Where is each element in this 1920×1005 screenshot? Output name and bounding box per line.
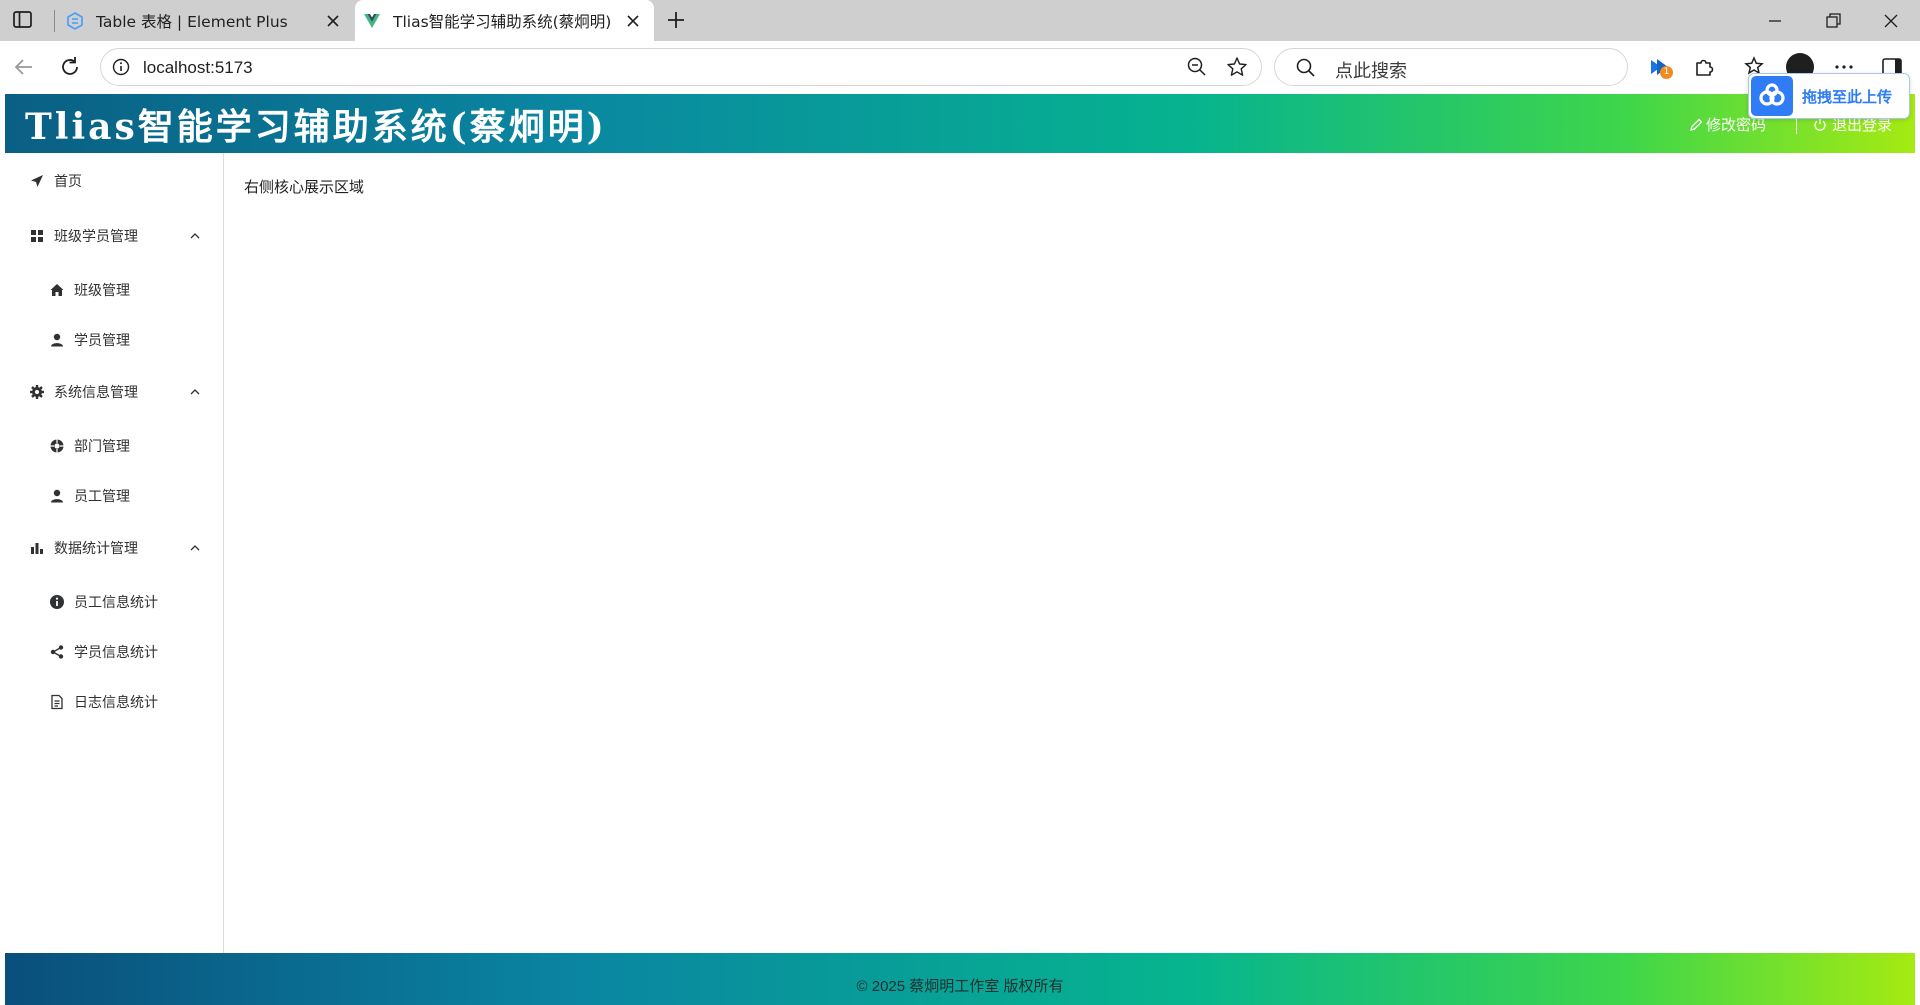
sidebar-item-label: 员工管理 <box>74 489 130 505</box>
extensions-puzzle-icon[interactable] <box>1690 53 1718 81</box>
paper-plane-icon <box>31 175 43 187</box>
info-icon <box>50 595 64 609</box>
site-info-icon[interactable] <box>111 57 131 77</box>
restore-icon[interactable] <box>1821 9 1845 33</box>
sidebar-item-label: 部门管理 <box>74 439 130 455</box>
sidebar-group-label: 系统信息管理 <box>54 385 138 401</box>
sidebar-item-student-stats[interactable]: 学员信息统计 <box>5 632 223 672</box>
tab-element-plus[interactable]: Table 表格 | Element Plus <box>58 0 354 41</box>
edit-pencil-icon <box>1690 118 1703 131</box>
main-placeholder-text: 右侧核心展示区域 <box>244 178 365 196</box>
back-icon[interactable] <box>10 53 38 81</box>
extension-button[interactable]: 1 <box>1647 54 1673 80</box>
element-plus-favicon-icon <box>67 11 83 30</box>
cloud-upload-logo <box>1751 76 1793 116</box>
sidebar-item-class-manage[interactable]: 班级管理 <box>5 270 223 310</box>
app-footer: © 2025 蔡炯明工作室 版权所有 <box>5 953 1915 1005</box>
bar-chart-icon <box>31 543 43 554</box>
cloud-icon <box>1759 83 1785 106</box>
browser-toolbar: localhost:5173 点此搜索 1 <box>0 41 1920 94</box>
page-title: Tlias智能学习辅助系统(蔡炯明) <box>25 106 607 148</box>
sidebar-item-label: 首页 <box>54 174 82 190</box>
share-icon <box>50 645 64 659</box>
extension-badge: 1 <box>1660 66 1673 79</box>
search-icon <box>1296 58 1315 77</box>
favorite-star-icon[interactable] <box>1225 55 1249 79</box>
copyright-text: © 2025 蔡炯明工作室 版权所有 <box>856 978 1064 995</box>
grid-icon <box>31 230 43 242</box>
tab-actions-icon[interactable] <box>11 9 35 31</box>
search-placeholder: 点此搜索 <box>1335 61 1407 82</box>
url-text[interactable]: localhost:5173 <box>143 58 253 78</box>
sidebar-group-label: 班级学员管理 <box>54 229 138 245</box>
close-icon[interactable] <box>626 14 640 28</box>
upload-label: 拖拽至此上传 <box>1802 88 1893 106</box>
sidebar-item-log-stats[interactable]: 日志信息统计 <box>5 682 223 722</box>
sidebar: 首页 班级学员管理 班级管理 学员管理 系统信息管理 部门管理 员工管理 数据统… <box>5 153 224 953</box>
address-bar[interactable]: localhost:5173 <box>100 48 1262 86</box>
minimize-icon[interactable] <box>1763 9 1787 33</box>
user-icon <box>51 489 63 503</box>
sidebar-group-system-info[interactable]: 系统信息管理 <box>5 372 223 412</box>
sidebar-item-label: 学员管理 <box>74 333 130 349</box>
sidebar-item-label: 员工信息统计 <box>74 595 158 611</box>
tab-tlias[interactable]: Tlias智能学习辅助系统(蔡炯明) <box>355 0 654 41</box>
chevron-up-icon <box>190 545 200 551</box>
document-icon <box>51 694 63 710</box>
chevron-up-icon <box>190 233 200 239</box>
gear-icon <box>30 385 44 399</box>
help-circle-icon <box>50 439 64 453</box>
sidebar-item-label: 日志信息统计 <box>74 695 158 711</box>
tab-title: Table 表格 | Element Plus <box>96 12 288 31</box>
close-icon[interactable] <box>326 14 340 28</box>
browser-tab-bar: Table 表格 | Element Plus Tlias智能学习辅助系统(蔡炯… <box>0 0 1920 41</box>
drag-upload-widget[interactable]: 拖拽至此上传 <box>1748 73 1910 119</box>
sidebar-item-employee-manage[interactable]: 员工管理 <box>5 476 223 516</box>
search-input[interactable]: 点此搜索 <box>1274 48 1628 86</box>
refresh-icon[interactable] <box>56 53 84 81</box>
new-tab-icon[interactable] <box>664 8 688 32</box>
vue-favicon-icon <box>364 13 380 28</box>
zoom-out-icon[interactable] <box>1186 56 1208 78</box>
home-icon <box>50 284 64 296</box>
sidebar-group-class-student[interactable]: 班级学员管理 <box>5 216 223 256</box>
main-content: 右侧核心展示区域 <box>224 153 1915 953</box>
sidebar-item-dept-manage[interactable]: 部门管理 <box>5 426 223 466</box>
chevron-up-icon <box>190 389 200 395</box>
sidebar-item-label: 班级管理 <box>74 283 130 299</box>
sidebar-item-home[interactable]: 首页 <box>5 161 223 201</box>
tab-divider <box>54 10 55 32</box>
sidebar-group-data-stats[interactable]: 数据统计管理 <box>5 528 223 568</box>
close-window-icon[interactable] <box>1879 9 1903 33</box>
tab-title: Tlias智能学习辅助系统(蔡炯明) <box>393 12 612 31</box>
sidebar-group-label: 数据统计管理 <box>54 541 138 557</box>
app-header: Tlias智能学习辅助系统(蔡炯明) 修改密码 退出登录 <box>5 94 1915 153</box>
sidebar-item-employee-stats[interactable]: 员工信息统计 <box>5 582 223 622</box>
user-icon <box>51 333 63 347</box>
sidebar-item-student-manage[interactable]: 学员管理 <box>5 320 223 360</box>
sidebar-item-label: 学员信息统计 <box>74 645 158 661</box>
